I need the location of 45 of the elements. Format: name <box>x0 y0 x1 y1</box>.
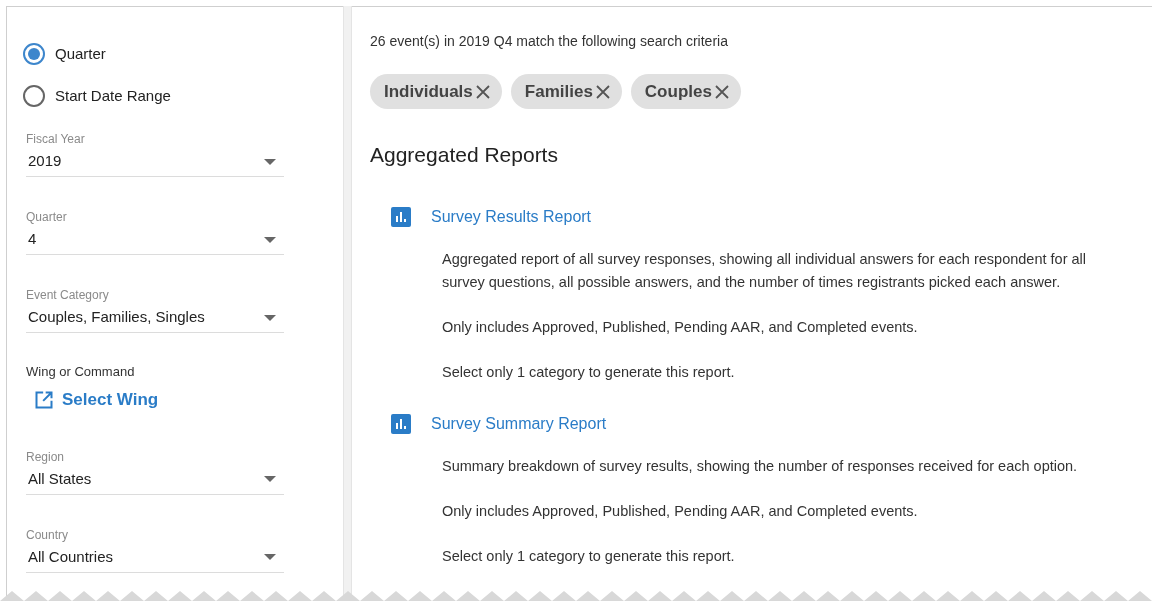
caret-icon <box>264 314 276 321</box>
field-label: Wing or Command <box>26 363 136 381</box>
select-field[interactable]: Couples, Families, Singles <box>26 303 284 333</box>
external-link-icon <box>34 389 54 410</box>
close-icon[interactable] <box>594 83 611 100</box>
select-field[interactable]: All Countries <box>26 542 284 573</box>
select-value: 4 <box>28 229 37 250</box>
report-description: Summary breakdown of survey results, showing the number of responses received for each option. <box>442 456 1079 476</box>
radio-button[interactable] <box>23 84 45 107</box>
caret-icon <box>264 158 276 165</box>
report-description: Select only 1 category to generate this report. <box>442 362 736 382</box>
section-heading: Aggregated Reports <box>370 142 559 168</box>
select-wing-link[interactable]: Select Wing <box>34 387 343 413</box>
results-summary: 26 event(s) in 2019 Q4 match the following search criteria <box>370 32 729 51</box>
close-icon[interactable] <box>713 83 730 100</box>
caret-icon <box>264 236 276 243</box>
field-label: Country <box>26 526 70 543</box>
filter-chip[interactable]: Families <box>510 74 622 109</box>
radio-label: Quarter <box>55 44 106 64</box>
select-field[interactable]: All States <box>26 464 284 495</box>
field-label: Quarter <box>26 209 68 225</box>
filter-chip[interactable]: Individuals <box>370 74 502 109</box>
caret-icon <box>264 554 276 560</box>
bar-chart-icon <box>391 413 411 434</box>
report-description: Only includes Approved, Published, Pending AAR, and Completed events. <box>442 501 919 521</box>
field-label: Region <box>26 448 66 465</box>
select-value: Couples, Families, Singles <box>28 307 205 328</box>
report-link[interactable]: Survey Summary Report <box>431 411 607 436</box>
radio-label: Start Date Range <box>55 85 171 106</box>
report-link[interactable]: Survey Results Report <box>431 204 592 229</box>
select-field[interactable]: 2019 <box>26 147 284 177</box>
bar-chart-icon <box>391 206 411 227</box>
caret-icon <box>264 476 276 482</box>
field-label: Event Category <box>26 287 110 303</box>
report-description: Select only 1 category to generate this report. <box>442 546 736 566</box>
report-description: Aggregated report of all survey responses, showing all individual answers for each respondent for all survey questions, all possible answers, and the number of times registrants picked each answer. <box>442 249 1087 292</box>
radio-button[interactable] <box>23 43 45 66</box>
filter-chip[interactable]: Couples <box>630 74 741 109</box>
report-description: Only includes Approved, Published, Pending AAR, and Completed events. <box>442 317 919 337</box>
close-icon[interactable] <box>474 83 491 100</box>
select-field[interactable]: 4 <box>26 225 284 255</box>
field-label: Fiscal Year <box>26 131 86 147</box>
select-value: 2019 <box>28 151 62 172</box>
select-value: All States <box>28 468 92 489</box>
select-value: All Countries <box>28 546 114 567</box>
